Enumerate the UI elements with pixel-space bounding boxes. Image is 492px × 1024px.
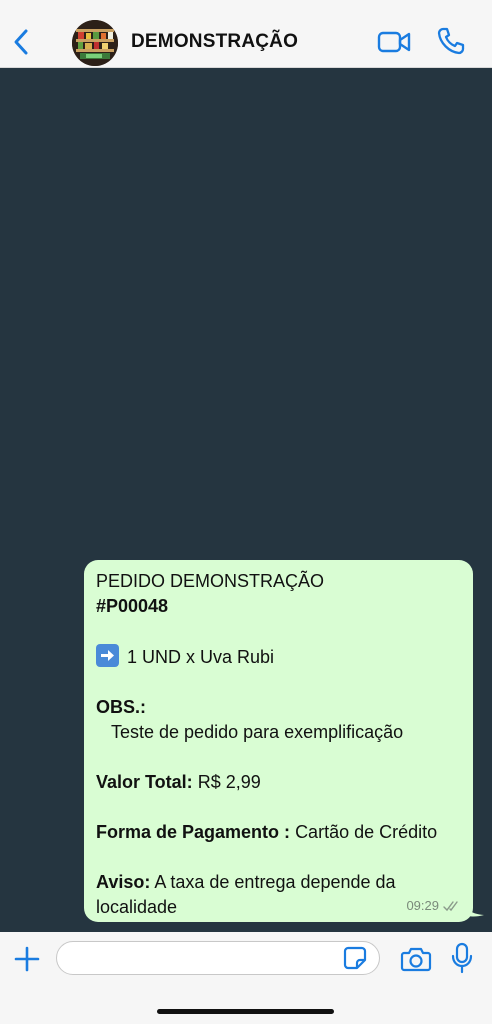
message-meta: 09:29 (406, 893, 461, 918)
contact-avatar[interactable] (72, 20, 118, 66)
total-line: Valor Total: R$ 2,99 (96, 770, 461, 795)
order-number: #P00048 (96, 596, 169, 616)
obs-text: Teste de pedido para exemplificação (111, 722, 404, 742)
video-camera-icon (377, 31, 411, 53)
right-arrow-emoji (96, 644, 119, 667)
voice-call-button[interactable] (436, 26, 466, 56)
plus-icon (14, 946, 40, 972)
camera-button[interactable] (400, 945, 432, 973)
total-value: R$ 2,99 (197, 772, 261, 792)
notice-text: A taxa de entrega depende da (154, 872, 396, 892)
microphone-icon (451, 942, 473, 974)
notice-line: Aviso: A taxa de entrega depende da (96, 870, 461, 895)
total-label: Valor Total: (96, 772, 193, 792)
camera-icon (400, 947, 432, 972)
payment-line: Forma de Pagamento : Cartão de Crédito (96, 820, 461, 845)
message-input[interactable] (56, 941, 380, 975)
input-bar (0, 932, 492, 1024)
video-call-button[interactable] (376, 28, 412, 56)
notice-label: Aviso: (96, 872, 151, 892)
order-title: PEDIDO DEMONSTRAÇÃO (96, 571, 325, 591)
payment-value: Cartão de Crédito (295, 822, 438, 842)
sticker-icon (343, 946, 367, 970)
attach-button[interactable] (13, 945, 41, 973)
order-item-text: 1 UND x Uva Rubi (127, 647, 275, 667)
contact-name[interactable]: DEMONSTRAÇÃO (131, 31, 298, 53)
back-button[interactable] (8, 26, 36, 58)
payment-label: Forma de Pagamento : (96, 822, 291, 842)
chat-header: DEMONSTRAÇÃO (0, 0, 492, 68)
sticker-button[interactable] (342, 945, 368, 971)
store-shelves-image (72, 20, 118, 66)
home-indicator (157, 1009, 334, 1014)
bubble-tail (462, 898, 484, 917)
phone-icon (437, 27, 465, 55)
obs-label: OBS.: (96, 697, 147, 717)
double-check-icon (443, 900, 458, 911)
outgoing-message-bubble[interactable]: PEDIDO DEMONSTRAÇÃO #P00048 1 UND x Uva … (84, 560, 473, 922)
message-time: 09:29 (406, 898, 439, 913)
order-item: 1 UND x Uva Rubi (96, 644, 461, 670)
chevron-left-icon (14, 29, 28, 55)
microphone-button[interactable] (450, 942, 474, 974)
